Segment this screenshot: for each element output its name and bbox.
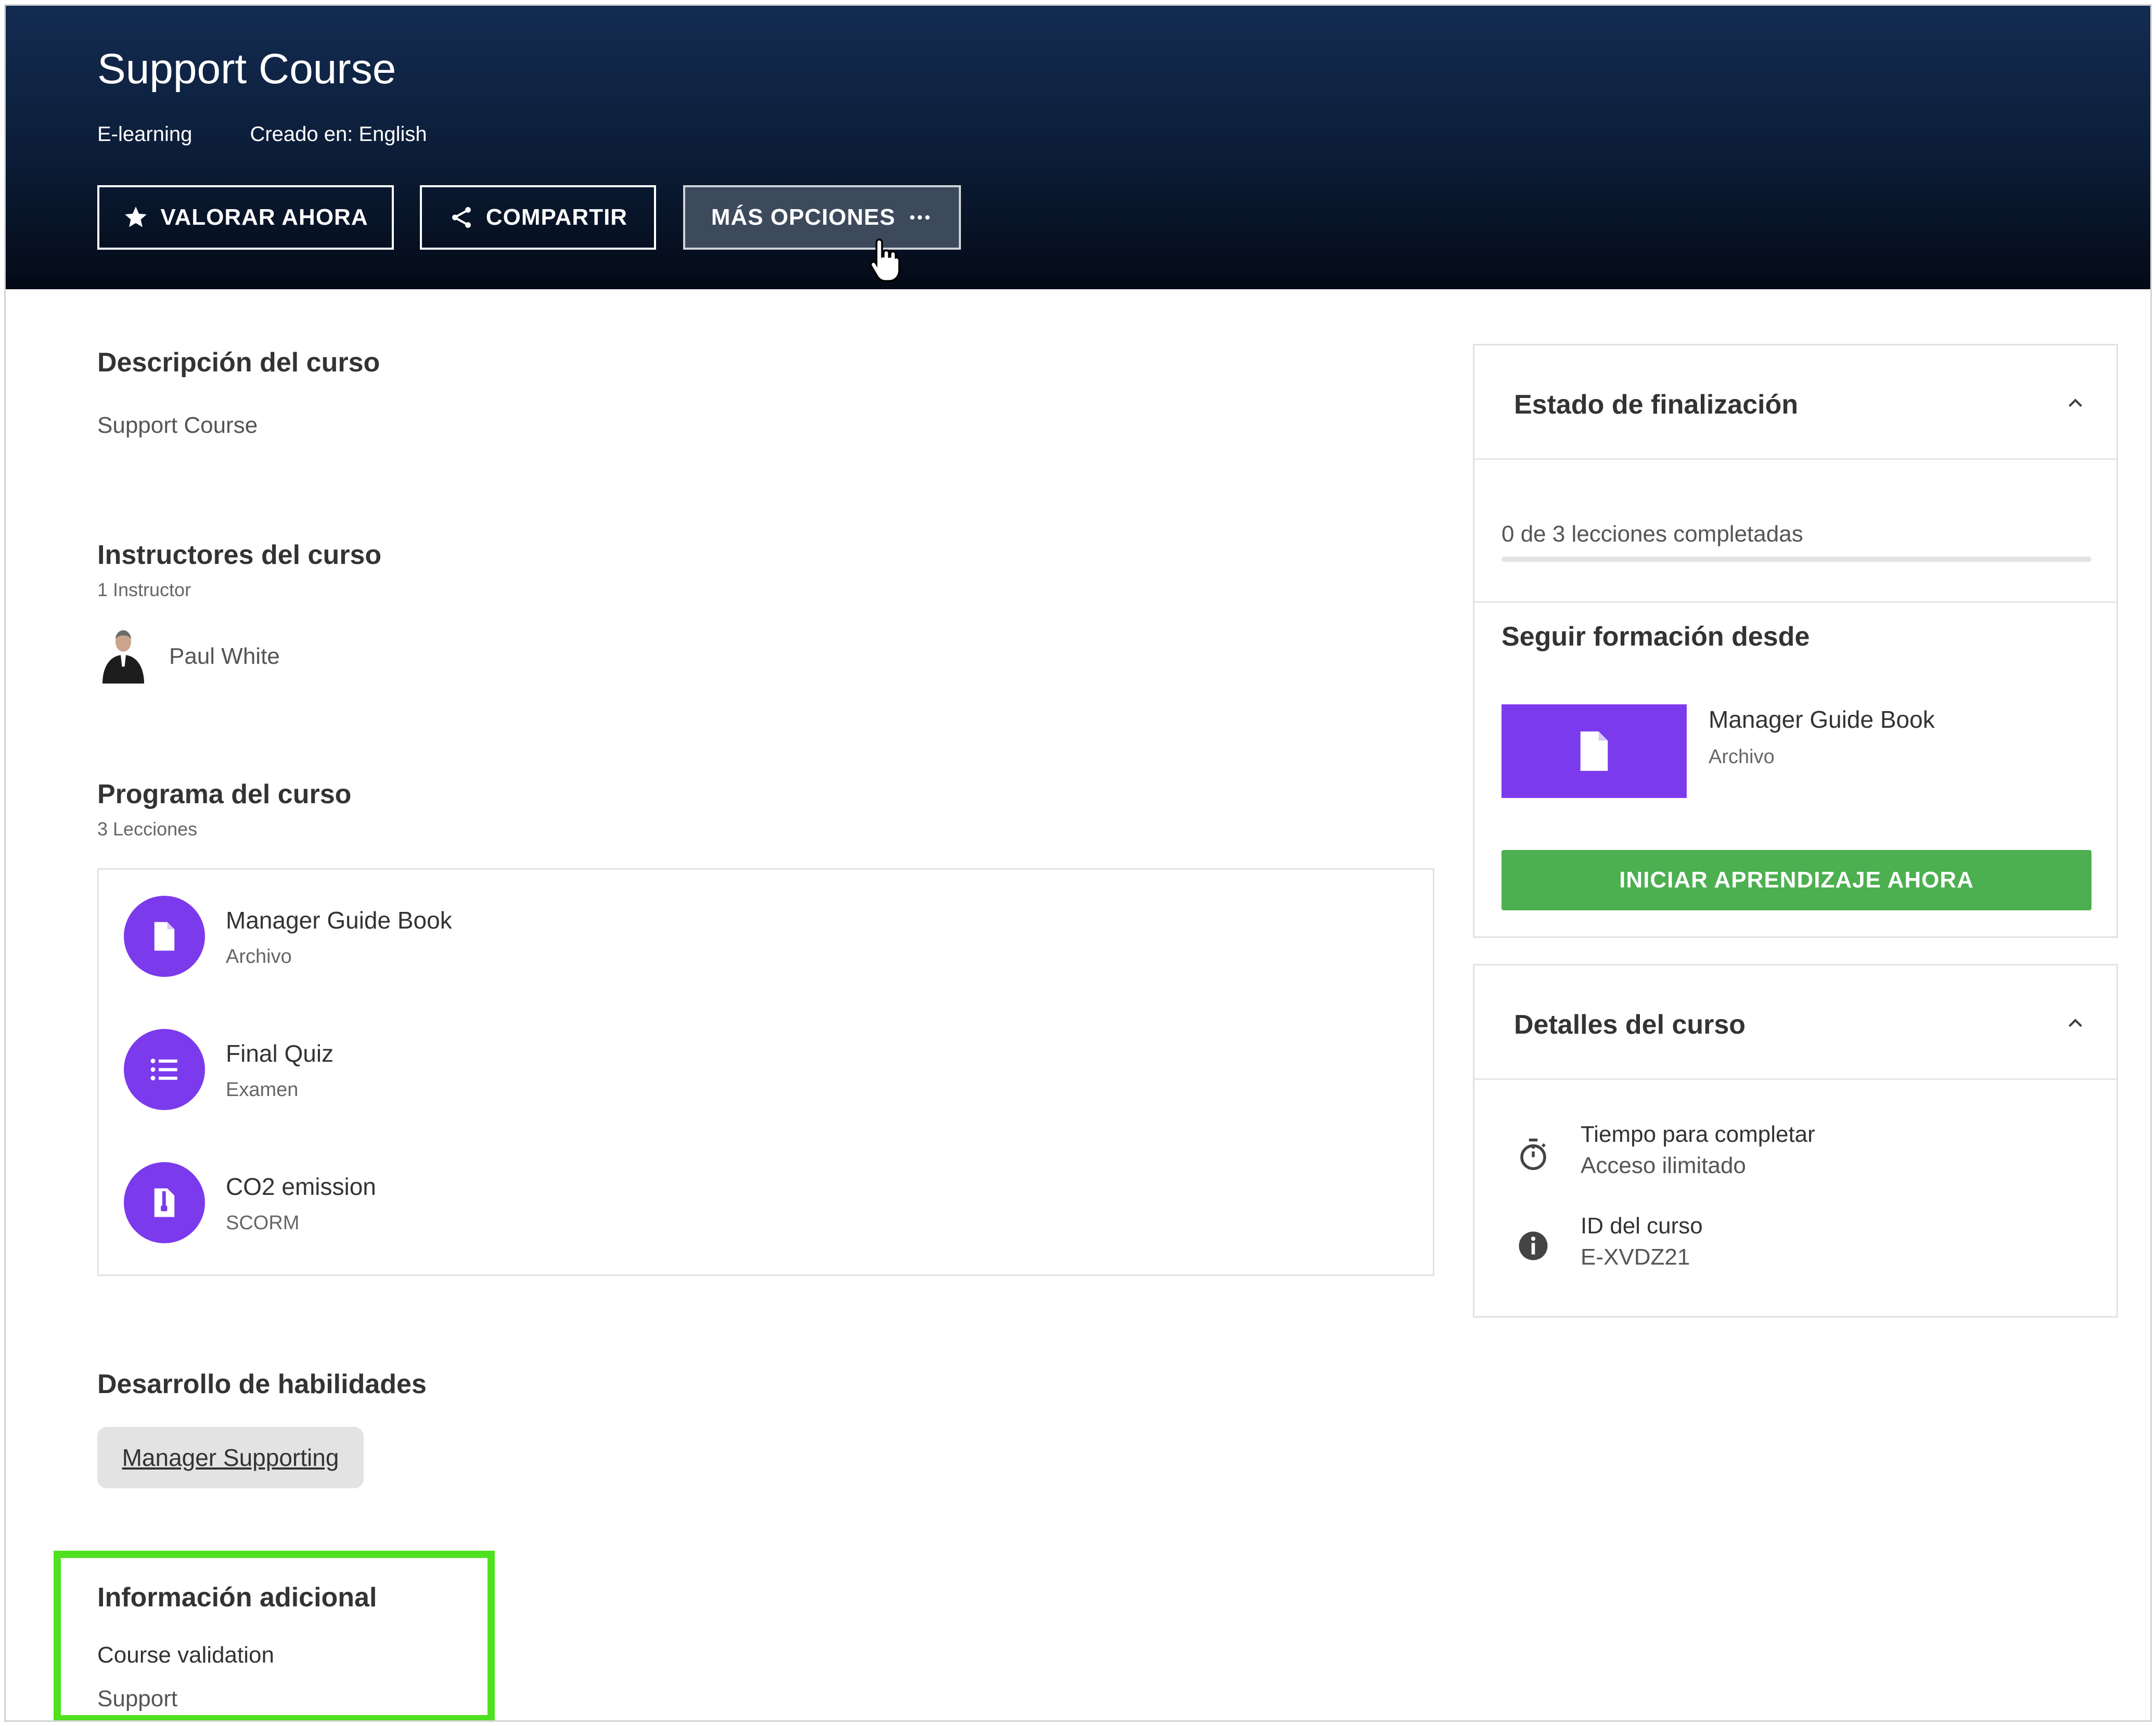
document-icon (124, 896, 205, 977)
continue-heading: Seguir formación desde (1502, 622, 1810, 652)
course-details-card: Detalles del curso Tiempo para completar… (1473, 964, 2118, 1318)
course-id-label: ID del curso (1581, 1213, 1703, 1239)
start-learning-button[interactable]: INICIAR APRENDIZAJE AHORA (1502, 850, 2091, 910)
rate-now-label: VALORAR AHORA (160, 204, 368, 230)
continue-item-title[interactable]: Manager Guide Book (1709, 705, 1935, 733)
more-options-button[interactable]: MÁS OPCIONES (683, 185, 961, 250)
lesson-list: Manager Guide Book Archivo Final Quiz Ex… (97, 868, 1434, 1276)
instructor-avatar[interactable] (97, 626, 149, 684)
list-icon (124, 1029, 205, 1110)
course-title: Support Course (97, 45, 396, 93)
rate-now-button[interactable]: VALORAR AHORA (97, 185, 394, 250)
instructor-name[interactable]: Paul White (169, 643, 280, 669)
additional-field-label: Course validation (97, 1642, 274, 1668)
document-icon (1580, 731, 1608, 771)
hand-cursor-icon (869, 238, 901, 282)
program-heading: Programa del curso (97, 779, 352, 809)
details-heading: Detalles del curso (1514, 1010, 1746, 1040)
course-meta: E-learning Creado en: English (97, 123, 479, 146)
info-icon (1519, 1231, 1548, 1260)
scorm-package-icon (124, 1162, 205, 1243)
lesson-title: Final Quiz (226, 1040, 334, 1067)
progress-bar (1502, 557, 2091, 562)
divider (1474, 601, 2116, 603)
completion-card: Estado de finalización 0 de 3 lecciones … (1473, 344, 2118, 938)
instructors-count: 1 Instructor (97, 579, 191, 600)
course-type: E-learning (97, 123, 192, 146)
lesson-type: SCORM (226, 1212, 300, 1234)
chevron-up-icon[interactable] (2063, 1011, 2087, 1035)
ellipsis-icon (910, 215, 930, 220)
lesson-title: CO2 emission (226, 1173, 376, 1200)
share-button[interactable]: COMPARTIR (420, 185, 656, 250)
course-page: Support Course E-learning Creado en: Eng… (4, 4, 2152, 1722)
continue-item-type: Archivo (1709, 746, 1775, 768)
completion-card-header[interactable]: Estado de finalización (1474, 345, 2116, 460)
instructors-heading: Instructores del curso (97, 540, 382, 570)
time-to-complete-label: Tiempo para completar (1581, 1122, 1815, 1147)
additional-info-heading: Información adicional (97, 1582, 377, 1613)
chevron-up-icon[interactable] (2063, 391, 2087, 415)
details-card-header[interactable]: Detalles del curso (1474, 965, 2116, 1080)
continue-thumbnail[interactable] (1502, 704, 1687, 798)
skills-heading: Desarrollo de habilidades (97, 1369, 427, 1399)
stopwatch-icon (1520, 1138, 1546, 1170)
skill-chip[interactable]: Manager Supporting (97, 1427, 364, 1488)
time-to-complete-value: Acceso ilimitado (1581, 1153, 1746, 1178)
program-count: 3 Lecciones (97, 818, 198, 840)
lesson-title: Manager Guide Book (226, 907, 452, 934)
more-options-label: MÁS OPCIONES (711, 204, 896, 230)
lesson-type: Archivo (226, 946, 292, 968)
course-id-value: E-XVDZ21 (1581, 1244, 1690, 1270)
description-heading: Descripción del curso (97, 347, 380, 378)
star-icon (125, 207, 147, 227)
additional-field-value: Support (97, 1686, 178, 1711)
share-icon (452, 207, 471, 228)
course-header: Support Course E-learning Creado en: Eng… (6, 6, 2150, 289)
lesson-type: Examen (226, 1079, 299, 1101)
share-label: COMPARTIR (485, 204, 628, 230)
completion-heading: Estado de finalización (1514, 390, 1799, 420)
description-text: Support Course (97, 413, 258, 438)
progress-text: 0 de 3 lecciones completadas (1502, 521, 1803, 547)
course-language: Creado en: English (250, 123, 427, 146)
